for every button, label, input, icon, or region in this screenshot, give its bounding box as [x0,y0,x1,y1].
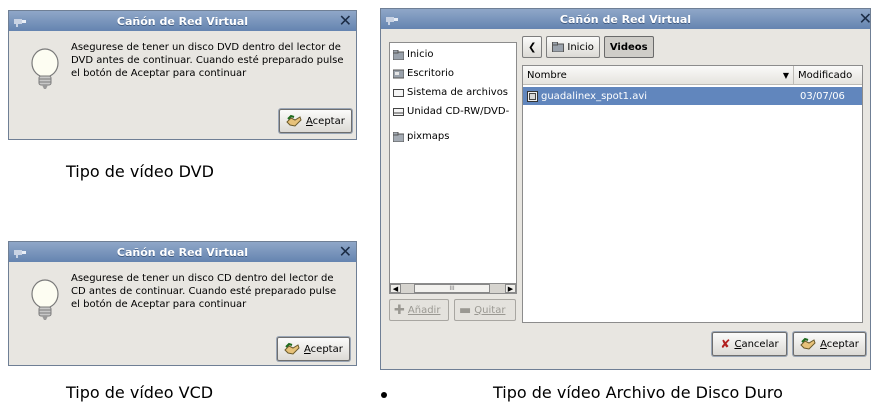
drive-icon [393,88,404,97]
dialog-message: Asegurese de tener un disco DVD dentro d… [71,42,344,79]
desktop-icon [393,69,404,78]
places-sidebar: Inicio Escritorio Sistema de archivos Un… [389,42,517,284]
plus-icon: ✚ [394,302,405,318]
chevron-left-icon: ❮ [528,41,537,53]
place-item-escritorio[interactable]: Escritorio [390,64,516,83]
accept-label: ceptar [310,343,343,355]
dialog-titlebar[interactable]: Cañón de Red Virtual ✕ [9,242,356,262]
path-back-button[interactable]: ❮ [522,36,543,58]
scroll-right-icon[interactable]: ▶ [505,284,516,293]
place-item-inicio[interactable]: Inicio [390,45,516,64]
x-icon: ✘ [720,337,731,351]
app-icon [14,19,26,27]
optical-drive-icon [393,107,404,116]
app-icon [14,250,26,258]
file-name: guadalinex_spot1.avi [541,90,648,102]
file-list: Nombre ▼ Modificado guadalinex_spot1.avi… [522,65,863,323]
sort-down-icon: ▼ [782,70,789,80]
file-list-header: Nombre ▼ Modificado [523,66,862,85]
lightbulb-icon [31,279,59,320]
accept-button[interactable]: Aceptar [277,337,350,361]
file-modified: 03/07/06 [800,90,845,102]
scroll-left-icon[interactable]: ◀ [390,284,401,293]
handshake-icon [800,337,816,350]
minus-icon: ▬ [459,302,472,318]
accept-button[interactable]: Aceptar [279,109,352,133]
dialog-title: Cañón de Red Virtual [116,245,249,259]
path-button-inicio[interactable]: Inicio [546,36,600,58]
close-icon[interactable]: ✕ [859,10,871,28]
dialog-title: Cañón de Red Virtual [559,12,692,26]
caption-hdd: Tipo de vídeo Archivo de Disco Duro [493,383,783,402]
sidebar-hscrollbar[interactable]: ◀ III ▶ [389,283,517,294]
add-place-button[interactable]: ✚ Añadir [389,299,449,321]
column-header-name[interactable]: Nombre ▼ [523,66,794,84]
path-button-videos[interactable]: Videos [603,36,654,58]
folder-icon [393,131,404,142]
close-icon[interactable]: ✕ [339,12,352,30]
caption-dvd: Tipo de vídeo DVD [66,162,214,181]
file-row[interactable]: guadalinex_spot1.avi 03/07/06 [523,87,862,105]
place-item-cdrw[interactable]: Unidad CD-RW/DVD- [390,102,516,121]
dialog-title: Cañón de Red Virtual [116,14,249,28]
dialog-message: Asegurese de tener un disco CD dentro de… [71,273,337,310]
handshake-icon [286,114,302,127]
home-folder-icon [393,49,404,60]
bullet-dot [381,392,387,398]
place-item-pixmaps[interactable]: pixmaps [390,127,516,146]
remove-place-button[interactable]: ▬ Quitar [454,299,516,321]
place-item-sistema[interactable]: Sistema de archivos [390,83,516,102]
scroll-thumb[interactable]: III [414,284,490,293]
accept-label: ceptar [312,115,345,127]
accept-mnemonic: A [306,115,313,127]
dialog-titlebar[interactable]: Cañón de Red Virtual ✕ [381,9,871,29]
cancel-button[interactable]: ✘ Cancelar [712,332,787,356]
path-bar: ❮ Inicio Videos [522,36,654,58]
lightbulb-icon [31,48,59,89]
file-chooser-dialog: Cañón de Red Virtual ✕ Inicio Escritorio… [380,8,871,370]
accept-mnemonic: A [304,343,311,355]
close-icon[interactable]: ✕ [339,243,352,261]
caption-vcd: Tipo de vídeo VCD [66,383,214,402]
accept-button[interactable]: Aceptar [793,332,866,356]
vcd-dialog: Cañón de Red Virtual ✕ Asegurese de tene… [8,241,357,366]
dvd-dialog: Cañón de Red Virtual ✕ Asegurese de tene… [8,10,357,140]
handshake-icon [284,342,300,355]
video-file-icon [527,90,538,102]
dialog-titlebar[interactable]: Cañón de Red Virtual ✕ [9,11,356,31]
app-icon [386,17,398,25]
column-header-modified[interactable]: Modificado [794,66,862,84]
home-folder-icon [552,42,565,52]
